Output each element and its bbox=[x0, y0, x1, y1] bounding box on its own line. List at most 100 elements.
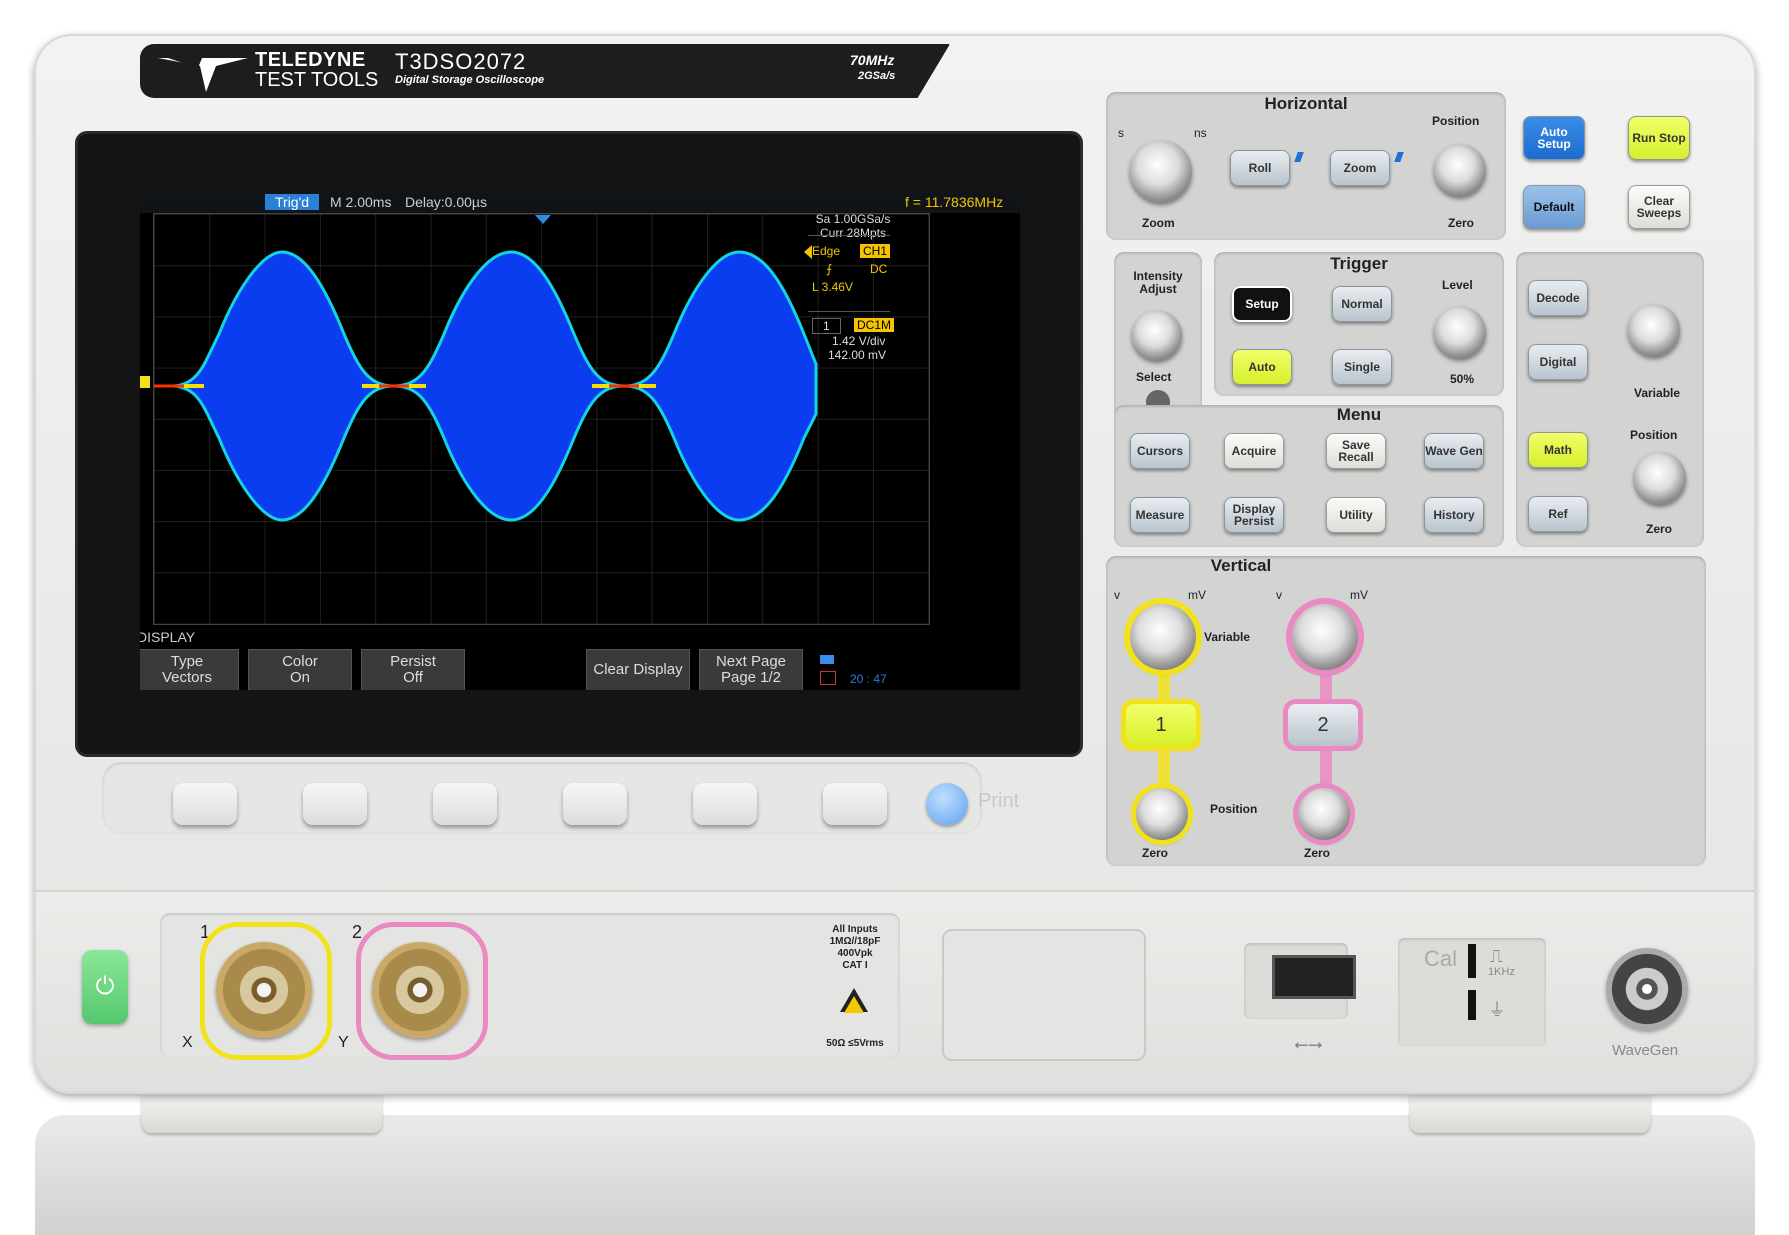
trigger-setup-button[interactable]: Setup bbox=[1232, 286, 1292, 322]
cal-terminal[interactable] bbox=[1468, 944, 1476, 978]
softkey-color-label: Color bbox=[282, 653, 318, 670]
roll-button[interactable]: Roll bbox=[1230, 150, 1290, 186]
ch2-position-knob[interactable] bbox=[1298, 788, 1350, 840]
ch1-button[interactable]: 1 bbox=[1126, 704, 1196, 746]
ch1-scale-knob[interactable] bbox=[1130, 604, 1196, 670]
input-info-line1: All Inputs bbox=[832, 924, 878, 935]
brand-line2: TEST TOOLS bbox=[255, 69, 379, 91]
horizontal-panel: Horizontal s ns Zoom Roll Zoom Position … bbox=[1106, 92, 1506, 240]
decode-button[interactable]: Decode bbox=[1528, 280, 1588, 316]
x-label: X bbox=[182, 1034, 193, 1051]
cursors-button[interactable]: Cursors bbox=[1130, 433, 1190, 469]
vertical-title: Vertical bbox=[1210, 556, 1272, 575]
square-wave-icon: ⎍ bbox=[1490, 946, 1503, 967]
trigger-level-label: Level bbox=[1442, 278, 1473, 292]
softkey-persist-value: Off bbox=[403, 669, 423, 686]
ch2-bnc-connector[interactable] bbox=[372, 942, 468, 1038]
digital-button[interactable]: Digital bbox=[1528, 344, 1588, 380]
ground-terminal[interactable] bbox=[1468, 990, 1476, 1020]
input-limit-info: 50Ω ≤5Vrms bbox=[826, 1038, 884, 1049]
softkey-color-value: On bbox=[289, 669, 310, 686]
math-position-label: Position bbox=[1630, 428, 1678, 442]
display-screen: Trig'd M 2.00ms Delay:0.00µs f = 11.7836… bbox=[140, 193, 1020, 690]
utility-button[interactable]: Utility bbox=[1326, 497, 1386, 533]
print-button[interactable] bbox=[926, 783, 968, 825]
math-button[interactable]: Math bbox=[1528, 432, 1588, 468]
ch2-button[interactable]: 2 bbox=[1288, 704, 1358, 746]
softkey-clear-display[interactable]: Clear Display bbox=[586, 649, 690, 690]
trigger-info-box: Edge CH1 ⨍ DC L 3.46V bbox=[808, 235, 891, 310]
softkey-button-2[interactable] bbox=[303, 783, 367, 825]
softkey-button-6[interactable] bbox=[823, 783, 887, 825]
acquire-button[interactable]: Acquire bbox=[1224, 433, 1284, 469]
network-status-icon bbox=[820, 671, 836, 685]
trigger-source: CH1 bbox=[860, 244, 891, 258]
wave-gen-button[interactable]: Wave Gen bbox=[1424, 433, 1484, 469]
usb-port[interactable] bbox=[1272, 955, 1356, 999]
ch2-scale-knob[interactable] bbox=[1292, 604, 1358, 670]
clear-sweeps-button[interactable]: Clear Sweeps bbox=[1628, 185, 1690, 229]
softkey-color[interactable]: Color On bbox=[248, 649, 352, 690]
y-label: Y bbox=[338, 1034, 349, 1051]
default-button[interactable]: Default bbox=[1523, 185, 1585, 229]
intensity-title: Intensity Adjust bbox=[1133, 269, 1183, 296]
trigger-single-button[interactable]: Single bbox=[1332, 349, 1392, 385]
ch1-position-knob[interactable] bbox=[1136, 788, 1188, 840]
softkey-button-3[interactable] bbox=[433, 783, 497, 825]
timebase-knob[interactable] bbox=[1130, 140, 1192, 202]
wavegen-bnc-connector[interactable] bbox=[1606, 948, 1688, 1030]
channel-info-box: 1 DC1M 1.42 V/div 142.00 mV bbox=[808, 311, 895, 362]
blank-plate bbox=[942, 929, 1146, 1061]
softkey-type[interactable]: Type Vectors bbox=[140, 649, 239, 690]
trigger-panel: Trigger Setup Normal Auto Single Level 5… bbox=[1214, 252, 1504, 396]
run-stop-button[interactable]: Run Stop bbox=[1628, 116, 1690, 160]
trigger-type: Edge bbox=[812, 244, 841, 258]
power-button[interactable]: ⏻ bbox=[82, 950, 128, 1024]
ch1-bnc-connector[interactable] bbox=[216, 942, 312, 1038]
math-panel: Decode Digital Variable Math Position Re… bbox=[1516, 252, 1704, 547]
menu-panel: Menu Cursors Acquire Save Recall Wave Ge… bbox=[1114, 405, 1504, 547]
measure-button[interactable]: Measure bbox=[1130, 497, 1190, 533]
softkey-next-page[interactable]: Next Page Page 1/2 bbox=[699, 649, 803, 690]
horizontal-zero-label: Zero bbox=[1448, 216, 1475, 230]
intensity-knob[interactable] bbox=[1132, 310, 1182, 360]
display-persist-button[interactable]: Display Persist bbox=[1224, 497, 1284, 533]
channel-scale: 1.42 V/div bbox=[832, 334, 886, 348]
math-position-knob[interactable] bbox=[1634, 452, 1686, 504]
clock: 20 : 47 bbox=[850, 672, 887, 686]
ground-icon: ⏚ bbox=[1488, 1000, 1506, 1021]
intensity-panel: Intensity Adjust Select bbox=[1114, 252, 1202, 420]
ch1-offset-marker bbox=[140, 376, 150, 388]
softkey-clear-display-label: Clear Display bbox=[593, 661, 683, 678]
print-label: Print bbox=[978, 790, 1020, 812]
trigger-auto-button[interactable]: Auto bbox=[1232, 349, 1292, 385]
shift-flag-icon bbox=[1294, 152, 1304, 162]
zoom-button[interactable]: Zoom bbox=[1330, 150, 1390, 186]
trigger-status: Trig'd bbox=[265, 194, 320, 210]
right-foot bbox=[1410, 1095, 1650, 1133]
shift-flag-icon bbox=[1394, 152, 1404, 162]
vertical-variable-label: Variable bbox=[1204, 630, 1251, 644]
softkey-button-1[interactable] bbox=[173, 783, 237, 825]
history-button[interactable]: History bbox=[1424, 497, 1484, 533]
save-recall-button[interactable]: Save Recall bbox=[1326, 433, 1386, 469]
horizontal-title: Horizontal bbox=[1264, 94, 1348, 113]
trigger-level-knob[interactable] bbox=[1434, 306, 1486, 358]
input-info-line2: 1MΩ//18pF bbox=[829, 936, 881, 947]
softkey-button-4[interactable] bbox=[563, 783, 627, 825]
auto-setup-button[interactable]: Auto Setup bbox=[1523, 116, 1585, 160]
channel-offset: 142.00 mV bbox=[828, 348, 887, 362]
horizontal-position-knob[interactable] bbox=[1434, 144, 1486, 196]
softkey-type-label: Type bbox=[170, 653, 204, 670]
softkey-button-5[interactable] bbox=[693, 783, 757, 825]
softkey-next-page-label: Next Page bbox=[715, 653, 787, 670]
variable-knob[interactable] bbox=[1628, 304, 1680, 356]
softkey-persist[interactable]: Persist Off bbox=[361, 649, 465, 690]
input-info-line4: CAT I bbox=[842, 960, 868, 971]
ref-button[interactable]: Ref bbox=[1528, 496, 1588, 532]
model-subtitle: Digital Storage Oscilloscope bbox=[395, 74, 545, 86]
trigger-normal-button[interactable]: Normal bbox=[1332, 286, 1392, 322]
s-label: s bbox=[1118, 126, 1124, 140]
bandwidth-spec: 70MHz bbox=[850, 52, 895, 68]
position-label: Position bbox=[1432, 114, 1480, 128]
